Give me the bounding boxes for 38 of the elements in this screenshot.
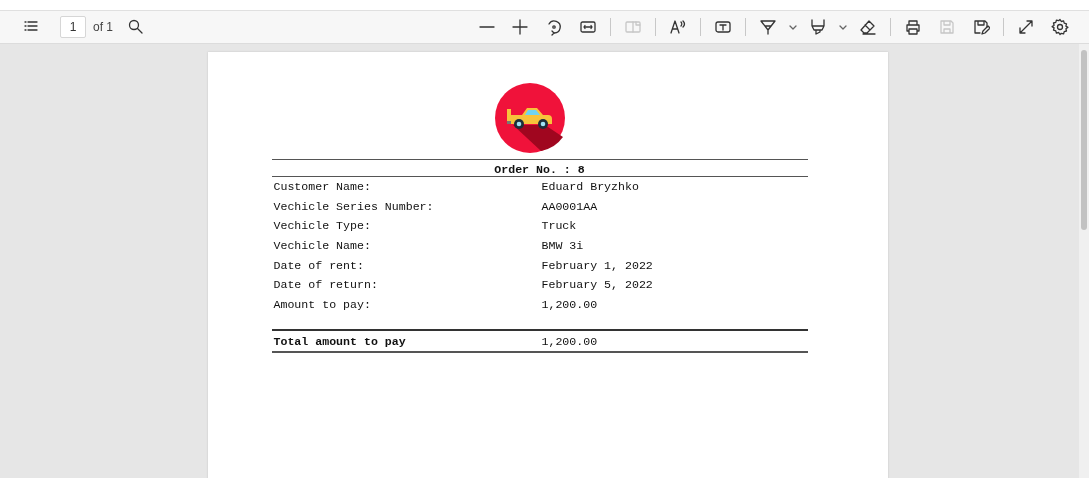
field-value: February 5, 2022 (541, 278, 654, 292)
eraser-icon (859, 18, 877, 36)
two-page-icon (624, 18, 642, 36)
expand-icon (1017, 18, 1035, 36)
read-aloud-icon (669, 18, 687, 36)
print-icon (904, 18, 922, 36)
total-value: 1,200.00 (541, 334, 599, 348)
search-icon (127, 18, 145, 36)
pen-icon (759, 18, 777, 36)
field-value: AA0001AA (541, 199, 599, 213)
highlighter-icon (809, 18, 827, 36)
fit-width-icon (579, 18, 597, 36)
text-box-icon (714, 18, 732, 36)
order-number: Order No. : 8 (271, 159, 808, 177)
field-label: Vechicle Name: (273, 239, 372, 253)
field-label: Date of rent: (273, 258, 365, 272)
field-value: 1,200.00 (541, 297, 599, 311)
car-logo (494, 83, 565, 153)
save-edit-icon (972, 18, 990, 36)
page-number-field[interactable]: 1 (60, 16, 86, 38)
field-value: Truck (541, 219, 578, 233)
field-value: Eduard Bryzhko (541, 180, 640, 194)
field-label: Amount to pay: (273, 297, 372, 311)
field-label: Vechicle Type: (273, 219, 372, 233)
chevron-icon (839, 24, 847, 30)
field-value: February 1, 2022 (541, 258, 654, 272)
field-label: Vechicle Series Number: (273, 199, 435, 213)
scrollbar-thumb[interactable] (1081, 50, 1087, 230)
minus-icon (479, 26, 495, 28)
chevron-icon (789, 24, 797, 30)
total-label: Total amount to pay (273, 334, 407, 348)
plus-icon (511, 18, 529, 36)
page-count: of 1 (93, 20, 113, 34)
settings-icon (1051, 18, 1069, 36)
field-value: BMW 3i (541, 239, 585, 253)
save-icon (938, 18, 956, 36)
field-label: Customer Name: (273, 180, 372, 194)
field-label: Date of return: (273, 278, 379, 292)
